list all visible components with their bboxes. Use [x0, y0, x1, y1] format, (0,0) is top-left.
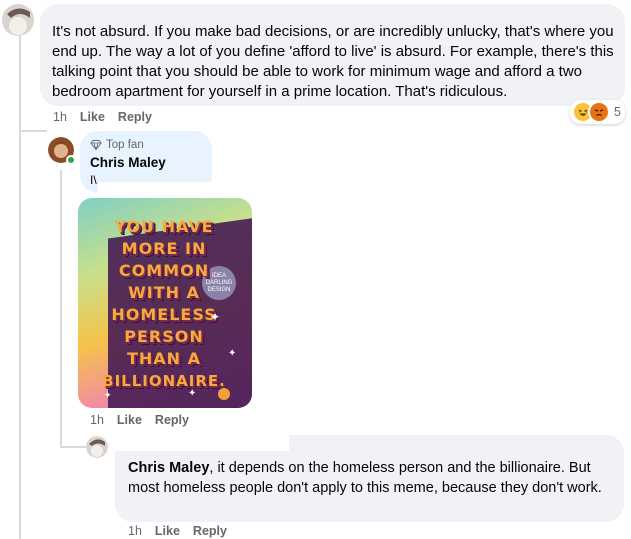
meme-image[interactable]: IDEA DARLING DESIGN YOU HAVE MORE IN COM… — [78, 198, 252, 408]
top-fan-badge: Top fan — [90, 139, 144, 151]
reply2-text: Chris Maley, it depends on the homeless … — [128, 458, 608, 498]
reply-button[interactable]: Reply — [155, 413, 189, 427]
meme-line: WITH A — [128, 283, 200, 302]
like-button[interactable]: Like — [80, 110, 105, 124]
meme-line: YOU HAVE — [114, 217, 214, 236]
sparkle-icon: ✦ — [104, 390, 112, 400]
reply1-actions: 1h Like Reply — [90, 413, 189, 427]
comment-time[interactable]: 1h — [53, 110, 67, 124]
like-button[interactable]: Like — [155, 524, 180, 538]
sparkle-icon: ✦ — [228, 348, 237, 359]
planet-icon — [218, 388, 230, 400]
mention-link[interactable]: Chris Maley — [128, 460, 209, 476]
reply1-time[interactable]: 1h — [90, 413, 104, 427]
reaction-count: 5 — [614, 105, 621, 119]
angry-icon — [588, 101, 610, 123]
avatar-image — [86, 436, 108, 458]
sparkle-icon: ✦ — [188, 388, 197, 399]
thread-line-branch-1 — [19, 130, 47, 132]
avatar-image — [2, 4, 34, 36]
comment-actions: 1h Like Reply — [53, 110, 152, 124]
comment-bubble: It's not absurd. If you make bad decisio… — [40, 4, 625, 106]
reply-button[interactable]: Reply — [118, 110, 152, 124]
comment-text: It's not absurd. If you make bad decisio… — [52, 23, 614, 100]
meme-line: THAN A — [126, 349, 202, 368]
thread-line-sub — [60, 170, 62, 448]
meme-line: COMMON — [118, 261, 210, 280]
meme-line: PERSON — [124, 327, 204, 346]
redaction-block — [98, 182, 212, 194]
reply2-time[interactable]: 1h — [128, 524, 142, 538]
meme-text-block: YOU HAVE MORE IN COMMON WITH A HOMELESS … — [84, 216, 244, 392]
online-status-icon — [66, 155, 76, 165]
reaction-summary[interactable]: 5 — [570, 100, 625, 124]
diamond-icon — [90, 140, 102, 150]
redaction-block — [109, 435, 289, 451]
thread-line-branch-2 — [60, 446, 86, 448]
thread-line-main — [19, 34, 21, 539]
reply2-author-avatar[interactable] — [86, 436, 108, 458]
sparkle-icon: ✦ — [210, 310, 221, 324]
reply-partial-text: I\ — [90, 173, 97, 187]
reply2-bubble: Chris Maley, it depends on the homeless … — [109, 435, 624, 522]
commenter-avatar[interactable] — [2, 4, 34, 36]
badge-label: Top fan — [106, 139, 144, 151]
reply-button[interactable]: Reply — [193, 524, 227, 538]
reply-author-name[interactable]: Chris Maley — [90, 155, 166, 170]
meme-line: MORE IN — [121, 239, 207, 258]
like-button[interactable]: Like — [117, 413, 142, 427]
reply2-actions: 1h Like Reply — [128, 524, 227, 538]
